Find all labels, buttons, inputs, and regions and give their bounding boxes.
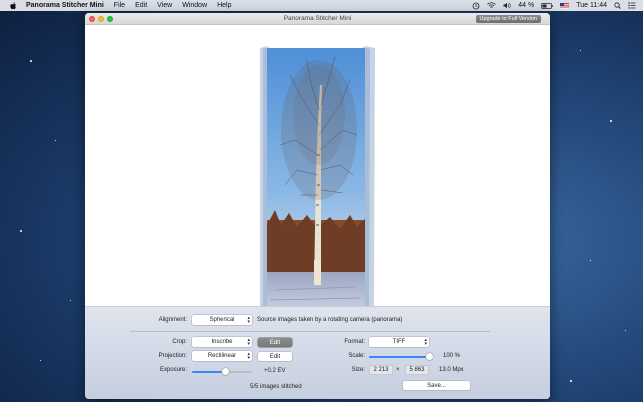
scale-slider[interactable]	[369, 353, 433, 360]
format-select[interactable]: TIFF ▴ ▾	[369, 337, 429, 347]
format-label: Format:	[344, 339, 365, 345]
size-width-field[interactable]: 2 213	[369, 365, 393, 375]
crop-select[interactable]: Inscribe ▴ ▾	[192, 337, 252, 347]
chevron-updown-icon: ▴ ▾	[247, 337, 250, 347]
star	[70, 300, 71, 301]
crop-edit-button[interactable]: Edit	[258, 338, 292, 347]
star	[570, 380, 572, 382]
app-menu[interactable]: Panorama Stitcher Mini	[26, 2, 104, 9]
star	[20, 230, 22, 232]
menu-view[interactable]: View	[157, 2, 172, 9]
scale-value: 100 %	[443, 353, 461, 359]
star	[40, 360, 41, 361]
panorama-preview[interactable]	[85, 25, 550, 318]
menu-help[interactable]: Help	[217, 2, 231, 9]
projection-label: Projection:	[158, 353, 187, 359]
size-height-field[interactable]: 5 863	[405, 365, 429, 375]
exposure-slider-fill	[192, 371, 225, 373]
chevron-updown-icon: ▴ ▾	[424, 337, 427, 347]
format-value: TIFF	[392, 339, 406, 345]
panorama-image	[260, 46, 375, 310]
star	[625, 330, 626, 331]
star	[610, 120, 612, 122]
battery-icon[interactable]	[541, 2, 553, 9]
alignment-label: Alignment:	[158, 317, 187, 323]
app-window: Panorama Stitcher Mini Upgrade to Full V…	[85, 13, 550, 399]
clock[interactable]: Tue 11:44	[576, 2, 607, 9]
menu-bar: Panorama Stitcher Mini File Edit View Wi…	[0, 0, 643, 11]
star	[590, 260, 591, 261]
controls-panel: Alignment: Spherical ▴ ▾ Source images ta…	[85, 306, 550, 399]
apple-menu-icon[interactable]	[9, 1, 18, 10]
alignment-hint: Source images taken by a rotating camera…	[257, 317, 403, 323]
exposure-value: +0.2 EV	[264, 368, 286, 374]
time-machine-icon[interactable]	[472, 2, 480, 10]
save-button[interactable]: Save...	[403, 381, 470, 390]
menu-file[interactable]: File	[114, 2, 125, 9]
spotlight-icon[interactable]	[614, 2, 621, 9]
volume-icon[interactable]	[503, 2, 511, 9]
title-bar[interactable]: Panorama Stitcher Mini Upgrade to Full V…	[85, 13, 550, 25]
stitch-status: 5/5 images stitched	[250, 384, 302, 390]
size-label: Size:	[351, 367, 365, 373]
projection-select[interactable]: Rectilinear ▴ ▾	[192, 351, 252, 361]
battery-percent[interactable]: 44 %	[518, 2, 534, 9]
exposure-slider-knob[interactable]	[221, 368, 229, 375]
crop-value: Inscribe	[211, 339, 233, 345]
star	[580, 50, 581, 51]
alignment-select[interactable]: Spherical ▴ ▾	[192, 315, 252, 325]
star	[30, 60, 32, 62]
wifi-icon[interactable]	[487, 2, 497, 9]
upgrade-button[interactable]: Upgrade to Full Version	[475, 15, 541, 23]
star	[55, 140, 56, 141]
chevron-updown-icon: ▴ ▾	[247, 315, 250, 325]
scale-slider-fill	[369, 356, 429, 358]
size-times: ×	[396, 367, 400, 373]
projection-edit-button[interactable]: Edit	[258, 352, 292, 361]
notification-icon[interactable]	[628, 2, 636, 9]
exposure-label: Exposure:	[159, 367, 187, 373]
menu-window[interactable]: Window	[182, 2, 207, 9]
projection-value: Rectilinear	[207, 353, 237, 359]
crop-label: Crop:	[172, 339, 187, 345]
flag-icon[interactable]	[560, 2, 570, 9]
chevron-updown-icon: ▴ ▾	[247, 351, 250, 361]
alignment-value: Spherical	[209, 317, 235, 323]
size-mpx: 13.0 Mpx	[439, 367, 464, 373]
exposure-slider[interactable]	[192, 368, 252, 375]
separator	[130, 331, 490, 332]
menu-edit[interactable]: Edit	[135, 2, 147, 9]
scale-slider-knob[interactable]	[425, 353, 433, 360]
scale-label: Scale:	[348, 353, 365, 359]
